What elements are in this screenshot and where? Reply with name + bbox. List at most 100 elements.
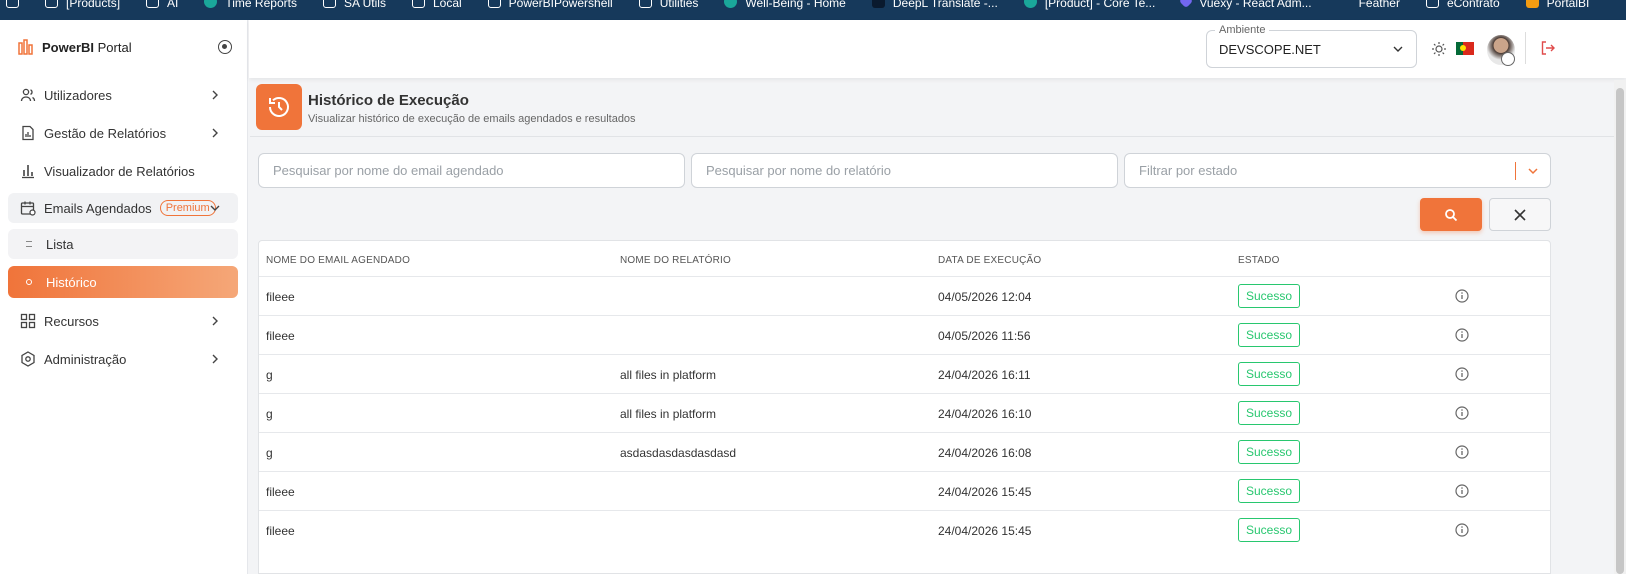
cell-email-name: fileee <box>266 485 295 499</box>
email-search-input[interactable] <box>273 163 684 178</box>
environment-value: DEVSCOPE.NET <box>1219 42 1321 57</box>
search-button[interactable] <box>1420 198 1482 231</box>
cell-execution-date: 04/05/2026 11:56 <box>938 329 1031 343</box>
info-icon[interactable] <box>1455 367 1469 381</box>
sidebar-item-historico[interactable]: Histórico <box>8 266 238 298</box>
cell-execution-date: 04/05/2026 12:04 <box>938 290 1032 304</box>
status-badge: Sucesso <box>1238 440 1301 464</box>
sidebar-item-label: Emails Agendados <box>44 200 152 216</box>
cell-report-name: all files in platform <box>620 407 717 421</box>
bookmark-label: Local <box>432 0 462 10</box>
close-icon <box>1514 208 1526 221</box>
table-row[interactable]: fileee 04/05/2026 11:56 Sucesso <box>259 315 1550 354</box>
history-table: NOME DO EMAIL AGENDADO NOME DO RELATÓRIO… <box>258 240 1551 574</box>
bookmark-item[interactable]: Vuexy - React Adm... <box>1179 0 1312 10</box>
sidebar-item-gestao-relatorios[interactable]: Gestão de Relatórios <box>8 118 238 148</box>
history-icon <box>256 84 302 130</box>
chevron-down-icon <box>210 205 220 211</box>
sun-icon[interactable] <box>1431 41 1447 57</box>
sidebar-item-label: Lista <box>46 236 74 252</box>
gear-icon[interactable] <box>1501 52 1515 66</box>
deepl-icon <box>871 0 885 8</box>
bookmark-label: eContrato <box>1446 0 1500 10</box>
chevron-right-icon <box>212 128 218 138</box>
bookmark-item[interactable]: eContrato <box>1425 0 1500 10</box>
sidebar-item-utilizadores[interactable]: Utilizadores <box>8 80 238 110</box>
cell-report-name: all files in platform <box>620 368 717 382</box>
table-row[interactable]: g all files in platform 24/04/2026 16:10 Su… <box>259 393 1550 432</box>
sidebar-item-visualizador[interactable]: Visualizador de Relatórios <box>8 156 238 186</box>
bookmark-label: Time Reports <box>225 0 297 10</box>
page-title: Histórico de Execução <box>308 92 469 109</box>
sidebar-item-emails-agendados[interactable]: Emails Agendados Premium <box>8 193 238 223</box>
logout-icon[interactable] <box>1540 40 1556 56</box>
column-header-email[interactable]: NOME DO EMAIL AGENDADO <box>266 255 410 266</box>
scrollbar-thumb[interactable] <box>1616 88 1624 574</box>
table-row[interactable]: fileee 24/04/2026 15:45 Sucesso <box>259 510 1550 549</box>
brand[interactable]: PowerBI Portal <box>0 20 247 74</box>
info-icon[interactable] <box>1455 523 1469 537</box>
folder-icon <box>322 0 336 8</box>
bookmark-label: PowerBIPowershell <box>508 0 613 10</box>
email-search-field <box>258 153 685 188</box>
bookmark-item[interactable]: Local <box>411 0 462 10</box>
bookmark-item[interactable]: Feather <box>1338 0 1400 10</box>
scrollbar[interactable] <box>1614 80 1626 574</box>
cell-execution-date: 24/04/2026 15:45 <box>938 485 1032 499</box>
status-filter-select[interactable]: Filtrar por estado <box>1124 153 1551 188</box>
column-header-date[interactable]: DATA DE EXECUÇÃO <box>938 255 1041 266</box>
bookmark-item[interactable]: Utilities <box>638 0 698 10</box>
cell-execution-date: 24/04/2026 16:10 <box>938 407 1032 421</box>
cell-email-name: g <box>266 446 273 460</box>
table-row[interactable]: g asdasdasdasdasdasd 24/04/2026 16:08 Suces… <box>259 432 1550 471</box>
powerbi-icon <box>1525 0 1539 8</box>
folder-icon <box>487 0 501 8</box>
bookmark-item[interactable]: [Products] <box>45 0 120 10</box>
folder-icon <box>45 0 58 8</box>
bookmark-item[interactable]: Well-Being - Home <box>724 0 846 10</box>
sidebar-item-label: Gestão de Relatórios <box>44 125 167 141</box>
info-icon[interactable] <box>1455 484 1469 498</box>
info-icon[interactable] <box>1455 289 1469 303</box>
sidebar-item-label: Recursos <box>44 313 99 329</box>
sidebar-item-label: Administração <box>44 351 127 367</box>
environment-select[interactable]: Ambiente DEVSCOPE.NET <box>1206 24 1417 68</box>
sharepoint-icon <box>204 0 218 8</box>
sidebar-item-administracao[interactable]: Administração <box>8 344 238 374</box>
folder-icon <box>1425 0 1439 8</box>
bookmark-menu[interactable] <box>6 0 27 8</box>
portugal-flag-icon[interactable] <box>1456 42 1474 55</box>
bookmark-item[interactable]: [Product] - Core Te... <box>1023 0 1155 10</box>
status-badge: Sucesso <box>1238 401 1301 425</box>
select-separator <box>1515 162 1516 180</box>
bookmark-item[interactable]: Time Reports <box>204 0 297 10</box>
sidebar-item-lista[interactable]: Lista <box>8 229 238 259</box>
column-header-report[interactable]: NOME DO RELATÓRIO <box>620 255 731 266</box>
bookmark-item[interactable]: SA Utils <box>322 0 386 10</box>
sidebar-toggle-icon[interactable] <box>218 40 232 54</box>
info-icon[interactable] <box>1455 406 1469 420</box>
info-icon[interactable] <box>1455 445 1469 459</box>
sidebar-item-recursos[interactable]: Recursos <box>8 306 238 336</box>
bookmark-item[interactable]: DeepL Translate -... <box>871 0 998 10</box>
bookmarks-bar: [Products] AI Time Reports SA Utils Loca… <box>0 0 1626 20</box>
bookmark-item[interactable]: PortalBI <box>1525 0 1590 10</box>
table-row[interactable]: fileee 24/04/2026 15:45 Sucesso <box>259 471 1550 510</box>
report-search-input[interactable] <box>706 163 1117 178</box>
grid-icon <box>20 313 36 329</box>
status-badge: Sucesso <box>1238 362 1301 386</box>
status-badge: Sucesso <box>1238 479 1301 503</box>
file-chart-icon <box>20 125 36 141</box>
info-icon[interactable] <box>1455 328 1469 342</box>
brand-name-bold: PowerBI <box>42 39 95 55</box>
bookmark-item[interactable]: PowerBIPowershell <box>487 0 613 10</box>
table-row[interactable]: g all files in platform 24/04/2026 16:11 Su… <box>259 354 1550 393</box>
bookmark-item[interactable]: AI <box>146 0 178 10</box>
table-row[interactable]: fileee 04/05/2026 12:04 Sucesso <box>259 276 1550 315</box>
clear-button[interactable] <box>1489 198 1551 231</box>
top-bar: Ambiente DEVSCOPE.NET <box>249 20 1626 78</box>
bookmark-label: DeepL Translate -... <box>892 0 998 10</box>
column-header-status[interactable]: ESTADO <box>1238 255 1280 266</box>
folder-icon <box>638 0 652 8</box>
bookmark-label: PortalBI <box>1546 0 1590 10</box>
